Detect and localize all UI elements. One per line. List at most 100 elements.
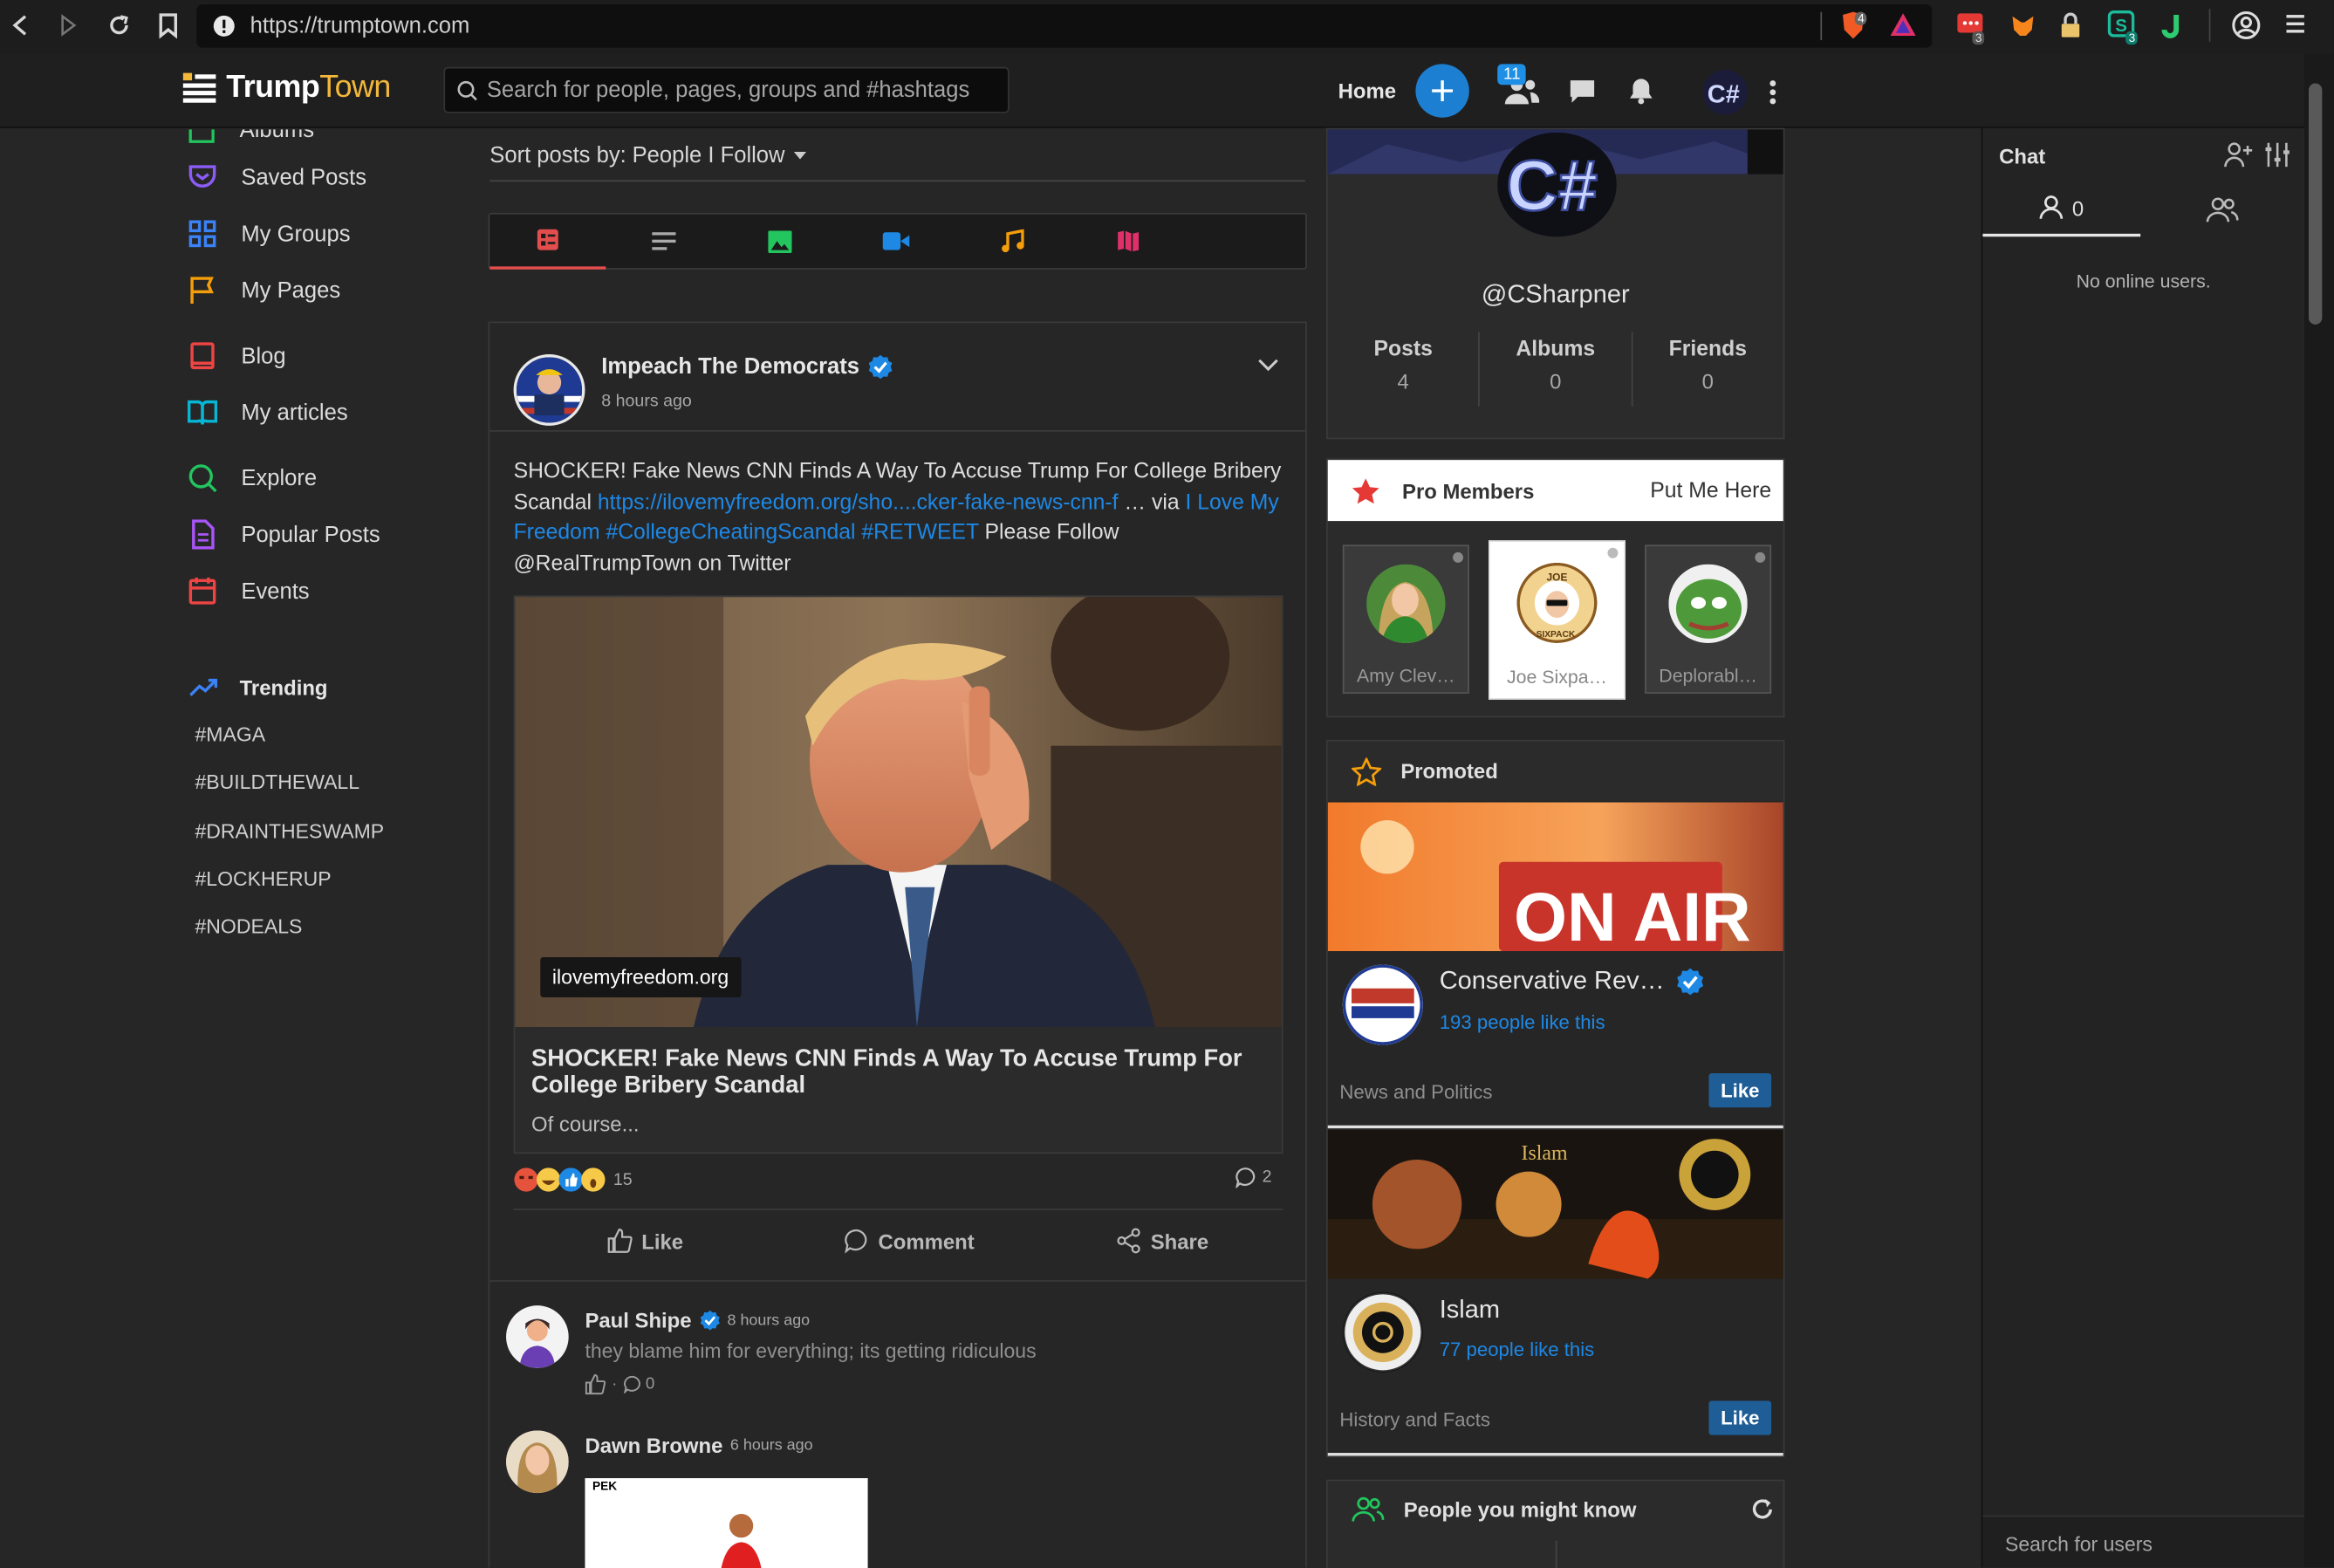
- page-avatar[interactable]: [1342, 964, 1423, 1045]
- tab-files[interactable]: [1071, 213, 1187, 270]
- search-box[interactable]: Search for people, pages, groups and #ha…: [443, 66, 1010, 113]
- page-avatar[interactable]: [1342, 1291, 1423, 1373]
- author-avatar[interactable]: [513, 354, 585, 426]
- divider: [1327, 1125, 1783, 1129]
- tab-text[interactable]: [606, 213, 722, 270]
- page-name[interactable]: Conservative Rev…: [1440, 966, 1665, 996]
- tab-all-posts[interactable]: [489, 213, 606, 270]
- address-bar[interactable]: https://trumptown.com 4: [196, 4, 1933, 48]
- tab-videos[interactable]: [838, 213, 954, 270]
- separator: [2208, 9, 2211, 42]
- add-user-icon[interactable]: [2224, 141, 2254, 168]
- create-post-button[interactable]: [1415, 64, 1469, 118]
- home-link[interactable]: Home: [1338, 79, 1396, 102]
- j-extension-icon[interactable]: [2161, 12, 2185, 39]
- profile-avatar[interactable]: C#: [1497, 132, 1617, 237]
- page-scrollbar[interactable]: [2303, 53, 2334, 1568]
- sidebar-item-explore[interactable]: Explore: [188, 460, 317, 496]
- chat-search-box[interactable]: Search for users: [1982, 1515, 2304, 1568]
- link-preview-title[interactable]: SHOCKER! Fake News CNN Finds A Way To Ac…: [531, 1046, 1268, 1099]
- lock-extension-icon[interactable]: [2060, 12, 2081, 39]
- site-logo[interactable]: TrumpTown: [181, 70, 391, 106]
- page-likes[interactable]: 77 people like this: [1440, 1339, 1595, 1361]
- sidebar-item-blog[interactable]: Blog: [188, 338, 286, 373]
- stat-friends[interactable]: Friends 0: [1632, 332, 1783, 406]
- pro-member-avatar: [1366, 564, 1446, 643]
- link-preview[interactable]: ilovemyfreedom.org SHOCKER! Fake News CN…: [513, 595, 1283, 1154]
- post-options-chevron-icon[interactable]: [1258, 359, 1279, 372]
- tab-photos[interactable]: [722, 213, 838, 270]
- sidebar-item-my-groups[interactable]: My Groups: [188, 216, 351, 251]
- like-button[interactable]: Like: [607, 1228, 683, 1253]
- pro-member-card[interactable]: Deplorabl…: [1645, 544, 1772, 694]
- refresh-icon[interactable]: [1750, 1497, 1774, 1521]
- menu-icon[interactable]: [2286, 13, 2307, 36]
- comment-like-icon[interactable]: [585, 1374, 606, 1395]
- trending-tag[interactable]: #DRAINTHESWAMP: [195, 820, 384, 843]
- share-button[interactable]: Share: [1116, 1228, 1208, 1254]
- photo-icon: [768, 229, 792, 253]
- user-icon: [2039, 195, 2064, 219]
- pro-member-card[interactable]: JOE SIXPACK Joe Sixpa…: [1488, 540, 1626, 700]
- sidebar-item-my-pages[interactable]: My Pages: [188, 272, 340, 308]
- comment-author[interactable]: Dawn Browne: [585, 1434, 722, 1457]
- promoted-banner[interactable]: ON AIR: [1327, 802, 1783, 952]
- page-name[interactable]: Islam: [1440, 1295, 1500, 1325]
- reload-icon[interactable]: [107, 13, 131, 37]
- info-icon[interactable]: [213, 15, 236, 38]
- page-likes[interactable]: 193 people like this: [1440, 1010, 1605, 1033]
- user-avatar[interactable]: C#: [1702, 70, 1748, 115]
- chat-title: Chat: [1999, 144, 2046, 168]
- notifications-icon[interactable]: [1627, 76, 1655, 106]
- caret-down-icon[interactable]: [794, 152, 807, 160]
- page-like-button[interactable]: Like: [1708, 1073, 1772, 1108]
- sidebar-item-popular-posts[interactable]: Popular Posts: [188, 517, 380, 552]
- comment-time: 8 hours ago: [727, 1311, 811, 1330]
- comments-count[interactable]: 2: [1235, 1167, 1272, 1188]
- trending-tag[interactable]: #BUILDTHEWALL: [195, 771, 359, 794]
- sidebar-item-albums[interactable]: Albums: [188, 129, 314, 147]
- page-like-button[interactable]: Like: [1708, 1400, 1772, 1435]
- stat-posts[interactable]: Posts 4: [1328, 332, 1481, 407]
- pro-member-card[interactable]: Amy Clev…: [1342, 544, 1469, 694]
- put-me-here-link[interactable]: Put Me Here: [1650, 478, 1771, 502]
- tab-groups[interactable]: [2140, 181, 2304, 236]
- comment-avatar[interactable]: [506, 1305, 569, 1368]
- forward-icon[interactable]: [57, 13, 80, 37]
- sidebar-item-saved-posts[interactable]: Saved Posts: [188, 160, 366, 195]
- rewards-icon[interactable]: [1889, 12, 1917, 38]
- profile-icon[interactable]: [2231, 10, 2261, 40]
- promoted-card: Promoted ON AIR Conservative Rev… 193 pe…: [1326, 739, 1785, 1458]
- sort-dropdown[interactable]: People I Follow: [633, 143, 785, 168]
- promoted-banner[interactable]: Islam: [1327, 1129, 1783, 1279]
- tab-music[interactable]: [955, 213, 1071, 270]
- reactions-summary[interactable]: 15: [514, 1167, 633, 1192]
- sidebar-item-events[interactable]: Events: [188, 573, 310, 609]
- back-icon[interactable]: [9, 13, 32, 37]
- comment-button[interactable]: Comment: [844, 1228, 975, 1254]
- hashtag-links[interactable]: #CollegeCheatingScandal #RETWEET: [600, 521, 978, 544]
- tab-online-users[interactable]: 0: [1982, 181, 2141, 237]
- stat-albums[interactable]: Albums 0: [1480, 332, 1632, 407]
- profile-stats: Posts 4 Albums 0 Friends 0: [1328, 332, 1783, 407]
- post-link[interactable]: https://ilovemyfreedom.org/sho....cker-f…: [598, 490, 1119, 514]
- messages-icon[interactable]: [1567, 78, 1597, 106]
- trending-tag[interactable]: #NODEALS: [195, 915, 302, 938]
- trending-tag[interactable]: #LOCKHERUP: [195, 868, 331, 891]
- comment-author[interactable]: Paul Shipe: [585, 1309, 691, 1332]
- comment-avatar[interactable]: [506, 1430, 569, 1494]
- verified-icon: [869, 354, 893, 380]
- post-time[interactable]: 8 hours ago: [601, 393, 692, 410]
- bookmark-icon[interactable]: [158, 12, 179, 39]
- page-category: News and Politics: [1339, 1080, 1493, 1104]
- profile-handle[interactable]: @CSharpner: [1328, 280, 1783, 310]
- metamask-icon[interactable]: [2009, 12, 2036, 39]
- sidebar-item-my-articles[interactable]: My articles: [187, 394, 348, 430]
- chat-settings-icon[interactable]: [2264, 141, 2291, 168]
- more-options-icon[interactable]: [1769, 79, 1777, 106]
- trending-tag[interactable]: #MAGA: [195, 723, 265, 746]
- comment-image[interactable]: PEK: [585, 1478, 868, 1568]
- reply-icon[interactable]: [623, 1375, 640, 1393]
- scrollbar-thumb[interactable]: [2308, 83, 2323, 325]
- post-author[interactable]: Impeach The Democrats: [601, 354, 859, 380]
